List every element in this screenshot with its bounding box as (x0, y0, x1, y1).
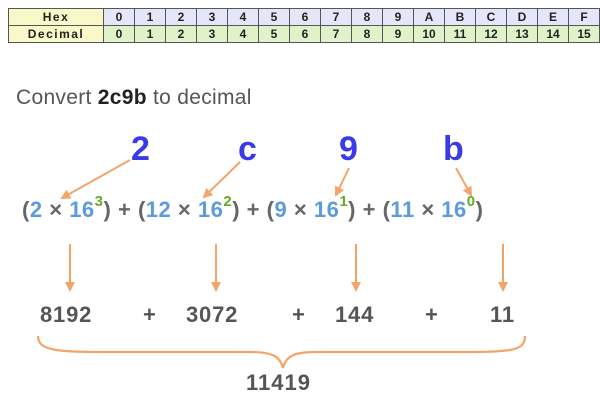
digit-arrow (334, 167, 350, 197)
plus-sign: + (143, 302, 157, 327)
hex-digit: 9 (339, 130, 358, 168)
expression-term: (9 × 161) (266, 192, 356, 222)
plus-sign: + (292, 302, 306, 327)
hex-digit: c (238, 130, 257, 168)
plus-sign: + (362, 197, 376, 222)
hex-digit: b (443, 130, 464, 168)
plus-sign: + (117, 197, 132, 222)
expression-term: (11 × 160) (382, 192, 484, 222)
digit-arrow (202, 161, 241, 199)
partial-result: 144 (335, 302, 375, 327)
expression-term: (2 × 163) (22, 192, 112, 222)
partial-result: 3072 (186, 302, 239, 327)
plus-sign: + (246, 197, 261, 222)
total-result: 11419 (246, 370, 311, 395)
digit-arrow (455, 167, 472, 197)
partial-result: 11 (490, 302, 515, 327)
hex-digit: 2 (131, 130, 150, 168)
expression-term: (12 × 162) (137, 192, 241, 222)
plus-sign: + (425, 302, 439, 327)
partial-result: 8192 (40, 302, 93, 327)
expansion-expression: (2 × 163) + (12 × 162) + (9 × 161) + (11… (22, 192, 484, 223)
sum-brace (36, 335, 527, 369)
